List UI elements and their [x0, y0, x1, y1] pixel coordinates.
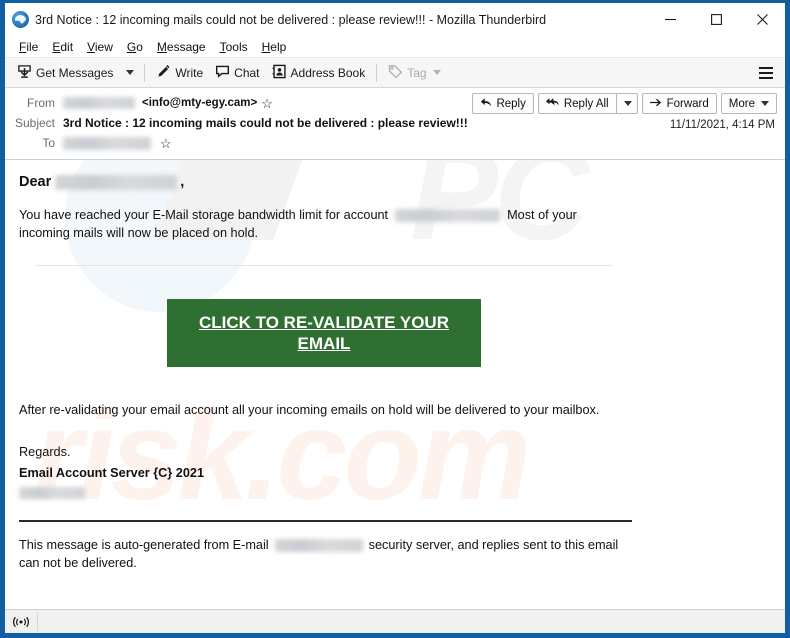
window-title: 3rd Notice : 12 incoming mails could not…	[35, 12, 547, 27]
footer-paragraph: This message is auto-generated from E-ma…	[19, 536, 619, 573]
paragraph-after-revalidation: After re-validating your email account a…	[19, 402, 600, 417]
toolbar-separator	[144, 63, 146, 82]
main-toolbar: Get Messages Write Chat Address Book Tag	[5, 58, 785, 88]
footer-redacted	[274, 539, 363, 553]
menu-item-tools[interactable]: Tools	[213, 38, 255, 56]
para1-account-redacted	[395, 209, 501, 223]
message-action-buttons: Reply Reply All Forward More	[468, 93, 777, 114]
reply-icon	[480, 97, 492, 111]
chat-button[interactable]: Chat	[209, 61, 265, 85]
reply-label: Reply	[496, 97, 526, 110]
from-name-redacted	[63, 97, 135, 109]
to-value: ☆	[63, 136, 172, 150]
chevron-down-icon	[126, 70, 135, 75]
status-separator	[37, 612, 38, 631]
reply-button[interactable]: Reply	[472, 93, 534, 114]
cta-container: CLICK TO RE-VALIDATE YOUR EMAIL	[19, 298, 771, 367]
subject-label: Subject	[14, 116, 55, 130]
greeting-line: Dear ,	[19, 174, 771, 190]
tag-button[interactable]: Tag	[382, 61, 446, 85]
signature-block: Regards. Email Account Server {C} 2021	[19, 443, 771, 502]
app-menu-icon[interactable]	[755, 63, 777, 83]
reply-all-button[interactable]: Reply All	[537, 93, 616, 114]
reply-all-icon	[545, 97, 560, 111]
close-icon[interactable]	[739, 3, 785, 36]
thunderbird-icon	[12, 11, 29, 28]
greeting-prefix: Dear	[19, 174, 52, 190]
star-icon[interactable]: ☆	[160, 137, 172, 150]
address-book-icon	[272, 64, 287, 82]
chat-bubble-icon	[215, 64, 230, 82]
toolbar-separator-2	[376, 63, 378, 82]
address-book-label: Address Book	[290, 65, 366, 80]
write-button[interactable]: Write	[150, 61, 209, 85]
maximize-icon[interactable]	[693, 3, 739, 36]
reply-all-dropdown[interactable]	[615, 93, 638, 114]
more-label: More	[728, 97, 755, 110]
menu-item-edit[interactable]: Edit	[45, 38, 80, 56]
to-row: To ☆	[5, 134, 785, 152]
minimize-icon[interactable]	[647, 3, 693, 36]
more-button[interactable]: More	[720, 93, 777, 114]
signature-line: Email Account Server {C} 2021	[19, 465, 204, 480]
window-controls	[647, 3, 785, 36]
regards-line: Regards.	[19, 445, 71, 460]
from-address[interactable]: <info@mty-egy.cam>	[142, 97, 257, 109]
subject-value: 3rd Notice : 12 incoming mails could not…	[63, 116, 468, 130]
from-label: From	[27, 96, 55, 110]
paragraph-limit-notice: You have reached your E-Mail storage ban…	[19, 206, 611, 243]
forward-button[interactable]: Forward	[641, 93, 717, 114]
broadcast-icon[interactable]	[9, 613, 33, 631]
menu-item-message[interactable]: Message	[150, 38, 213, 56]
from-value: <info@mty-egy.cam> ☆	[63, 97, 273, 110]
status-bar	[5, 609, 785, 633]
para1-before: You have reached your E-Mail storage ban…	[19, 208, 389, 222]
thunderbird-window: 3rd Notice : 12 incoming mails could not…	[0, 0, 790, 638]
forward-label: Forward	[666, 97, 709, 110]
tag-icon	[388, 64, 403, 82]
chat-label: Chat	[234, 65, 260, 80]
signature-redacted	[19, 486, 85, 499]
content-divider-top	[35, 264, 613, 266]
message-body: PC risk.com Dear , You have reached your…	[5, 160, 785, 609]
menu-item-help[interactable]: Help	[255, 38, 294, 56]
write-label: Write	[175, 65, 204, 80]
subject-row: Subject 3rd Notice : 12 incoming mails c…	[5, 114, 785, 132]
to-redacted	[63, 136, 151, 150]
reply-all-label: Reply All	[563, 97, 609, 110]
menu-item-view[interactable]: View	[80, 38, 120, 56]
message-date: 11/11/2021, 4:14 PM	[669, 119, 775, 131]
message-header: From <info@mty-egy.cam> ☆ Subject 3rd No…	[5, 88, 785, 160]
get-messages-button[interactable]: Get Messages	[11, 61, 119, 85]
chevron-down-icon	[432, 70, 441, 75]
address-book-button[interactable]: Address Book	[266, 61, 372, 85]
greeting-redacted	[55, 174, 178, 190]
tag-label: Tag	[407, 65, 427, 80]
menu-item-go[interactable]: Go	[120, 38, 150, 56]
email-content: Dear , You have reached your E-Mail stor…	[19, 174, 771, 573]
revalidate-email-button[interactable]: CLICK TO RE-VALIDATE YOUR EMAIL	[167, 298, 481, 367]
get-messages-icon	[17, 64, 32, 82]
chevron-down-icon	[623, 101, 632, 106]
content-divider-bottom	[19, 520, 632, 523]
pencil-icon	[156, 64, 171, 82]
get-messages-label: Get Messages	[36, 65, 114, 80]
chevron-down-icon	[761, 101, 769, 106]
greeting-suffix: ,	[180, 174, 185, 190]
title-bar: 3rd Notice : 12 incoming mails could not…	[5, 3, 785, 36]
get-messages-dropdown[interactable]	[119, 67, 139, 78]
menu-item-file[interactable]: File	[12, 38, 45, 56]
star-icon[interactable]: ☆	[261, 97, 273, 110]
menu-bar: File Edit View Go Message Tools Help	[5, 36, 785, 58]
to-label: To	[42, 136, 55, 150]
footer-before: This message is auto-generated from E-ma…	[19, 538, 269, 553]
forward-icon	[649, 97, 663, 111]
